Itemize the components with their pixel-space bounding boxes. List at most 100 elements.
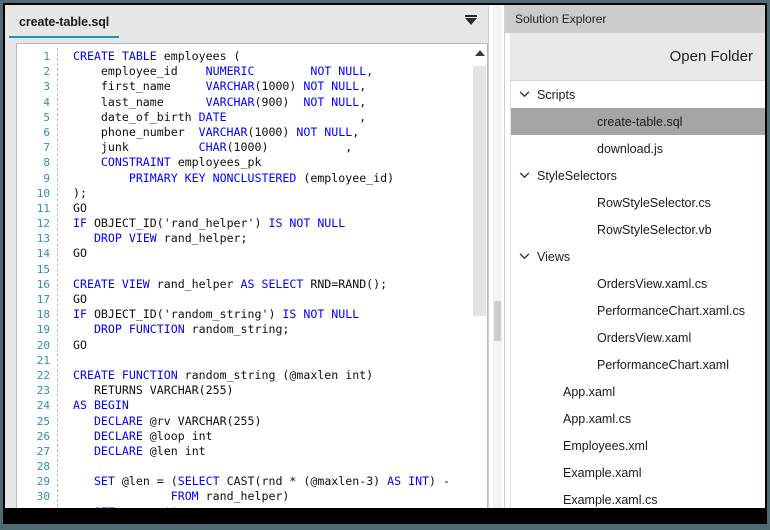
code-token: IS NOT NULL — [282, 307, 360, 322]
code-token: IF — [73, 307, 87, 322]
line-number: 14 — [36, 247, 50, 261]
code-line: DECLARE @loop int — [73, 429, 478, 444]
line-number: 16 — [36, 277, 50, 291]
line-number: 13 — [36, 232, 50, 246]
line-number: 3 — [43, 80, 50, 94]
editor-vertical-scrollbar[interactable] — [472, 43, 488, 519]
tree-node-label: PerformanceChart.xaml.cs — [597, 303, 745, 318]
code-token: GO — [73, 292, 87, 306]
chevron-down-icon[interactable] — [511, 89, 537, 100]
tree-folder-node[interactable]: Views — [511, 243, 765, 270]
tree-folder-node[interactable]: Scripts — [511, 81, 765, 108]
tree-node-label: App.xaml — [563, 384, 616, 399]
code-line: DROP FUNCTION random_string; — [73, 322, 478, 337]
scroll-up-button[interactable] — [472, 44, 487, 61]
code-line: first_name VARCHAR(1000) NOT NULL, — [73, 79, 478, 94]
code-line: DECLARE @len int — [73, 444, 478, 459]
code-token: NOT NULL — [310, 64, 367, 79]
code-token: CREATE VIEW — [73, 276, 150, 291]
code-token: @len int — [142, 443, 206, 458]
open-folder-button[interactable]: Open Folder — [670, 48, 753, 65]
code-token: random_string (@maxlen int) — [177, 367, 374, 382]
code-inner: 1 2 3 4 5 6 7 8 9 10 11 12 13 14 15 16 17 18 19 20 21 22 23 24 2… — [17, 44, 478, 517]
tree-file-node[interactable]: Example.xaml — [511, 459, 765, 486]
tree-file-node[interactable]: App.xaml.cs — [511, 405, 765, 432]
tree-file-node[interactable]: create-table.sql — [511, 108, 765, 135]
line-number: 27 — [36, 444, 50, 458]
code-token: DECLARE — [93, 428, 143, 443]
code-token: NOT NULL — [303, 94, 360, 109]
code-line: GO — [73, 246, 478, 261]
code-token: @rv VARCHAR(255) — [142, 413, 262, 428]
code-line: IF OBJECT_ID('random_string') IS NOT NUL… — [73, 307, 478, 322]
tree-file-node[interactable]: App.xaml — [511, 378, 765, 405]
code-token: ) — [268, 307, 283, 322]
line-number: 30 — [36, 490, 50, 504]
code-token: CAST(rnd * (@maxlen-3) — [219, 474, 388, 489]
code-token: SET — [93, 474, 115, 489]
splitter-thumb[interactable] — [494, 301, 501, 341]
code-text-area[interactable]: CREATE TABLE employees ( employee_id NUM… — [65, 44, 478, 517]
code-token: IF — [73, 216, 87, 231]
tree-folder-node[interactable]: StyleSelectors — [511, 162, 765, 189]
chevron-down-icon[interactable] — [511, 251, 537, 262]
tab-create-table-sql[interactable]: create-table.sql — [5, 5, 124, 38]
code-line: SET @len = (SELECT CAST(rnd * (@maxlen-3… — [73, 474, 478, 489]
tree-file-node[interactable]: PerformanceChart.xaml — [511, 351, 765, 378]
tree-file-node[interactable]: download.js — [511, 135, 765, 162]
code-token: VARCHAR — [205, 94, 255, 109]
scrollbar-thumb[interactable] — [473, 66, 486, 316]
panes-container: create-table.sql 1 2 3 4 5 6 7 8 9 10 11 12 13 14 15 16… — [5, 5, 765, 522]
tree-node-label: StyleSelectors — [537, 168, 617, 183]
line-number: 19 — [36, 323, 50, 337]
code-token: VARCHAR — [198, 124, 248, 139]
code-line: DECLARE @rv VARCHAR(255) — [73, 414, 478, 429]
code-token: employee_id — [73, 64, 206, 79]
tree-file-node[interactable]: Employees.xml — [511, 432, 765, 459]
code-line: date_of_birth DATE , — [73, 110, 478, 125]
code-token: employees_pk — [170, 155, 262, 170]
code-token: rand_helper — [149, 276, 241, 291]
line-number: 9 — [43, 171, 50, 185]
code-token: ) - — [429, 474, 450, 489]
tree-file-node[interactable]: OrdersView.xaml — [511, 324, 765, 351]
line-number: 8 — [43, 156, 50, 170]
tree-node-label: OrdersView.xaml.cs — [597, 276, 708, 291]
code-token: CONSTRAINT — [73, 155, 171, 170]
tree-file-node[interactable]: RowStyleSelector.vb — [511, 216, 765, 243]
tree-file-node[interactable]: RowStyleSelector.cs — [511, 189, 765, 216]
line-number: 1 — [43, 50, 50, 63]
code-token: , — [366, 64, 374, 79]
tree-file-node[interactable]: PerformanceChart.xaml.cs — [511, 297, 765, 324]
chevron-down-icon[interactable] — [511, 170, 537, 181]
code-line: FROM rand_helper) — [73, 489, 478, 504]
code-token: DECLARE — [93, 443, 143, 458]
code-line: AS BEGIN — [73, 398, 478, 413]
line-number: 28 — [36, 460, 50, 474]
line-number: 21 — [36, 353, 50, 367]
code-token: 'random_string' — [163, 307, 269, 322]
code-token: (1000) — [247, 124, 297, 139]
tree-node-label: RowStyleSelector.cs — [597, 195, 711, 210]
code-line: PRIMARY KEY NONCLUSTERED (employee_id) — [73, 171, 478, 186]
editor-tabstrip: create-table.sql — [5, 5, 488, 38]
splitter-track — [493, 5, 502, 522]
solution-explorer-title: Solution Explorer — [515, 12, 607, 26]
tree-node-label: OrdersView.xaml — [597, 330, 692, 345]
line-number: 29 — [36, 475, 50, 489]
code-line: CREATE TABLE employees ( — [73, 49, 478, 64]
code-token: CHAR — [198, 140, 227, 155]
pane-splitter-scrollbar[interactable] — [488, 5, 505, 522]
code-token: ) — [254, 216, 269, 231]
code-token: SELECT — [177, 474, 220, 489]
tab-list-dropdown-button[interactable] — [454, 5, 488, 38]
solution-explorer-tree[interactable]: Scripts create-table.sql download.js StyleS… — [510, 81, 765, 522]
tree-file-node[interactable]: OrdersView.xaml.cs — [511, 270, 765, 297]
code-surface[interactable]: 1 2 3 4 5 6 7 8 9 10 11 12 13 14 15 16 17 18 19 20 21 22 23 24 2… — [16, 43, 478, 518]
